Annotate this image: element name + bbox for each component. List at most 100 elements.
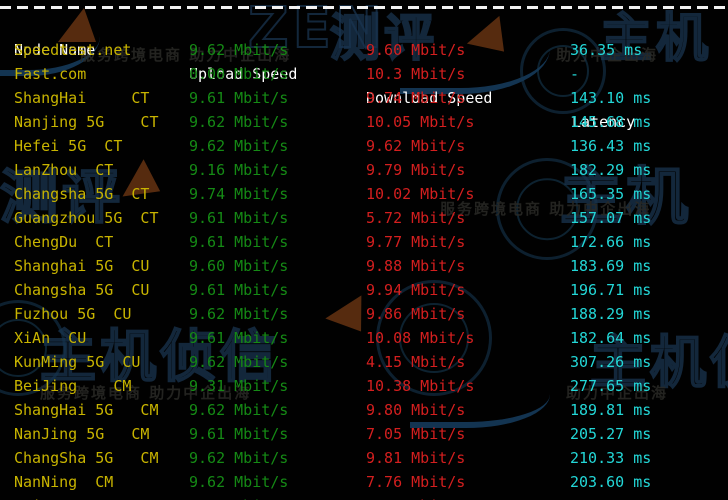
table-row: XiAn CU 9.61 Mbit/s 10.08 Mbit/s 182.64 ms	[0, 326, 728, 350]
cell-node-name: NanJing 5G CM	[14, 425, 150, 443]
table-row: ShangHai CT 9.61 Mbit/s 9.74 Mbit/s 143.10 …	[0, 86, 728, 110]
cell-download-speed: 7.05 Mbit/s	[366, 425, 466, 443]
cell-download-speed: 10.02 Mbit/s	[366, 185, 475, 203]
cell-upload-speed: 9.16 Mbit/s	[189, 161, 289, 179]
terminal-window: ZEN 测评 主机 服务跨境电商 助力中企出海 助力中企出海 主机 服务跨境电商…	[0, 0, 728, 500]
cell-upload-speed: 9.53 Mbit/s	[189, 494, 288, 500]
cell-latency: -	[570, 65, 580, 83]
cell-latency: 182.64 ms	[570, 329, 652, 347]
table-row: LanZhou CT 9.16 Mbit/s 9.79 Mbit/s 182.29 m…	[0, 158, 728, 182]
cell-upload-speed: 9.62 Mbit/s	[189, 473, 289, 491]
cell-download-speed: 4.15 Mbit/s	[366, 353, 466, 371]
cell-node-name: Fast.com	[14, 65, 87, 83]
cell-download-speed: 9.62 Mbit/s	[366, 137, 466, 155]
cell-latency: 36.35 ms	[570, 41, 643, 59]
cell-upload-speed: 9.60 Mbit/s	[189, 257, 289, 275]
cell-latency: 183.69 ms	[570, 257, 652, 275]
cell-upload-speed: 0.00 Mbit/s	[189, 65, 289, 83]
cell-node-name: Hefei 5G CT	[14, 137, 123, 155]
table-row: Guangzhou 5G CT 9.61 Mbit/s 5.72 Mbit/s 157…	[0, 206, 728, 230]
cell-latency: 270.81 ms	[570, 494, 651, 500]
cell-upload-speed: 9.62 Mbit/s	[189, 353, 289, 371]
cell-latency: 203.60 ms	[570, 473, 652, 491]
table-row: GuiYang CM 9.53 Mbit/s 9.67 Mbit/s 270.81 m…	[0, 494, 728, 500]
cell-node-name: ChangSha 5G CM	[14, 449, 159, 467]
cell-download-speed: 10.08 Mbit/s	[366, 329, 475, 347]
cell-upload-speed: 9.31 Mbit/s	[189, 377, 289, 395]
cell-latency: 172.66 ms	[570, 233, 652, 251]
table-row: Shanghai 5G CU 9.60 Mbit/s 9.88 Mbit/s 183.…	[0, 254, 728, 278]
table-row: ChengDu CT 9.61 Mbit/s 9.77 Mbit/s 172.66 m…	[0, 230, 728, 254]
table-row: BeiJing CM 9.31 Mbit/s 10.38 Mbit/s 277.65 …	[0, 374, 728, 398]
cell-upload-speed: 9.61 Mbit/s	[189, 209, 289, 227]
cell-download-speed: 9.80 Mbit/s	[366, 401, 466, 419]
cell-node-name: Speedtest.net	[14, 41, 132, 59]
table-row: Fast.com 0.00 Mbit/s 10.3 Mbit/s -	[0, 62, 728, 86]
cell-node-name: BeiJing CM	[14, 377, 132, 395]
cell-latency: 157.07 ms	[570, 209, 652, 227]
cell-node-name: GuiYang CM	[14, 494, 113, 500]
cell-node-name: XiAn CU	[14, 329, 87, 347]
cell-node-name: LanZhou CT	[14, 161, 114, 179]
cell-download-speed: 9.77 Mbit/s	[366, 233, 466, 251]
cell-latency: 189.81 ms	[570, 401, 652, 419]
cell-upload-speed: 9.62 Mbit/s	[189, 41, 289, 59]
cell-node-name: ChengDu CT	[14, 233, 114, 251]
cell-download-speed: 9.94 Mbit/s	[366, 281, 466, 299]
cell-download-speed: 10.38 Mbit/s	[366, 377, 475, 395]
table-row: Speedtest.net 9.62 Mbit/s 9.60 Mbit/s 36.35…	[0, 38, 728, 62]
cell-node-name: Changsha 5G CT	[14, 185, 150, 203]
cell-download-speed: 9.88 Mbit/s	[366, 257, 466, 275]
cell-download-speed: 7.76 Mbit/s	[366, 473, 466, 491]
cell-latency: 307.26 ms	[570, 353, 652, 371]
table-row: ChangSha 5G CM 9.62 Mbit/s 9.81 Mbit/s 210.…	[0, 446, 728, 470]
table-row: Changsha 5G CT 9.74 Mbit/s 10.02 Mbit/s 165…	[0, 182, 728, 206]
cell-latency: 188.29 ms	[570, 305, 652, 323]
cell-node-name: Nanjing 5G CT	[14, 113, 159, 131]
table-row: NanNing CM 9.62 Mbit/s 7.76 Mbit/s 203.60 m…	[0, 470, 728, 494]
cell-download-speed: 9.74 Mbit/s	[366, 89, 466, 107]
table-row: Nanjing 5G CT 9.62 Mbit/s 10.05 Mbit/s 145.…	[0, 110, 728, 134]
cell-download-speed: 9.79 Mbit/s	[366, 161, 466, 179]
cell-latency: 143.10 ms	[570, 89, 652, 107]
table-row: ShangHai 5G CM 9.62 Mbit/s 9.80 Mbit/s 189.…	[0, 398, 728, 422]
cell-download-speed: 5.72 Mbit/s	[366, 209, 466, 227]
cell-upload-speed: 9.61 Mbit/s	[189, 425, 289, 443]
cell-upload-speed: 9.74 Mbit/s	[189, 185, 289, 203]
table-row: Changsha 5G CU 9.61 Mbit/s 9.94 Mbit/s 196.…	[0, 278, 728, 302]
cell-node-name: Changsha 5G CU	[14, 281, 150, 299]
cell-node-name: ShangHai CT	[14, 89, 150, 107]
cell-upload-speed: 9.61 Mbit/s	[189, 281, 289, 299]
cell-latency: 196.71 ms	[570, 281, 652, 299]
cell-latency: 165.35 ms	[570, 185, 652, 203]
header-divider	[0, 6, 728, 9]
cell-download-speed: 9.60 Mbit/s	[366, 41, 466, 59]
cell-download-speed: 9.81 Mbit/s	[366, 449, 466, 467]
cell-latency: 210.33 ms	[570, 449, 652, 467]
table-row: KunMing 5G CU 9.62 Mbit/s 4.15 Mbit/s 307.2…	[0, 350, 728, 374]
cell-node-name: NanNing CM	[14, 473, 114, 491]
cell-node-name: Fuzhou 5G CU	[14, 305, 132, 323]
table-row: NanJing 5G CM 9.61 Mbit/s 7.05 Mbit/s 205.2…	[0, 422, 728, 446]
cell-latency: 205.27 ms	[570, 425, 652, 443]
cell-upload-speed: 9.62 Mbit/s	[189, 305, 289, 323]
table-row: Fuzhou 5G CU 9.62 Mbit/s 9.86 Mbit/s 188.29…	[0, 302, 728, 326]
cell-upload-speed: 9.62 Mbit/s	[189, 113, 289, 131]
results-table: Node Name Upload Speed Download Speed La…	[0, 14, 728, 500]
cell-upload-speed: 9.61 Mbit/s	[189, 233, 289, 251]
cell-node-name: Guangzhou 5G CT	[14, 209, 159, 227]
cell-upload-speed: 9.61 Mbit/s	[189, 89, 289, 107]
cell-latency: 182.29 ms	[570, 161, 652, 179]
cell-node-name: KunMing 5G CU	[14, 353, 141, 371]
cell-upload-speed: 9.62 Mbit/s	[189, 137, 289, 155]
cell-node-name: ShangHai 5G CM	[14, 401, 159, 419]
cell-latency: 145.68 ms	[570, 113, 652, 131]
cell-download-speed: 9.67 Mbit/s	[366, 494, 465, 500]
cell-download-speed: 10.3 Mbit/s	[366, 65, 466, 83]
table-row: Hefei 5G CT 9.62 Mbit/s 9.62 Mbit/s 136.43 …	[0, 134, 728, 158]
cell-download-speed: 10.05 Mbit/s	[366, 113, 475, 131]
terminal-content: Node Name Upload Speed Download Speed La…	[0, 0, 728, 500]
table-header-row: Node Name Upload Speed Download Speed La…	[0, 14, 728, 131]
cell-upload-speed: 9.62 Mbit/s	[189, 401, 289, 419]
cell-download-speed: 9.86 Mbit/s	[366, 305, 466, 323]
